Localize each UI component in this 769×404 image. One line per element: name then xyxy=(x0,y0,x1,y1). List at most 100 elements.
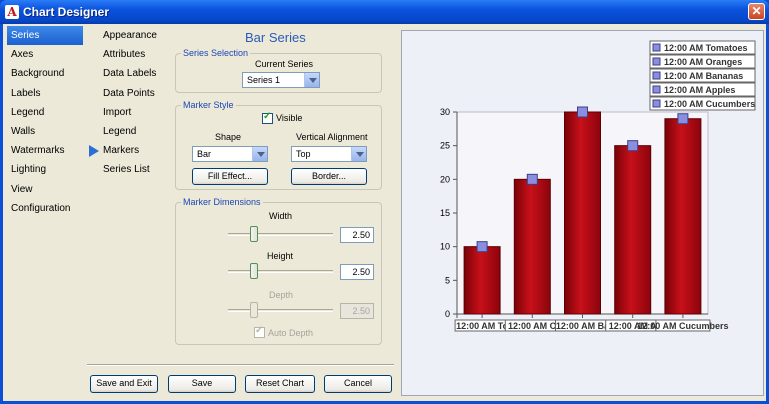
save-and-exit-button[interactable]: Save and Exit xyxy=(90,375,158,393)
valign-label: Vertical Alignment xyxy=(296,132,368,142)
category-nav: Series Axes Background Labels Legend Walls Wat… xyxy=(7,26,83,218)
y-tick-label: 10 xyxy=(440,242,450,252)
title-bar[interactable]: A Chart Designer ✕ xyxy=(0,0,769,24)
series-selection-group: Series Selection Current Series Series 1 xyxy=(175,48,382,93)
bar xyxy=(664,118,702,315)
legend-label: 12:00 AM Tomatoes xyxy=(664,43,748,53)
nav-item-walls[interactable]: Walls xyxy=(7,122,83,141)
x-tick-label: 12:00 AM Cucumbers xyxy=(637,321,728,331)
auto-depth-label: Auto Depth xyxy=(268,328,314,338)
arrow-right-icon xyxy=(89,145,99,158)
data-marker xyxy=(627,140,639,152)
nav-item-axes[interactable]: Axes xyxy=(7,45,83,64)
border-button[interactable]: Border... xyxy=(291,168,367,185)
data-marker xyxy=(526,173,538,185)
y-tick-label: 5 xyxy=(445,275,450,285)
nav-item-legend[interactable]: Legend xyxy=(7,103,83,122)
legend-label: 12:00 AM Apples xyxy=(664,85,735,95)
bar xyxy=(463,246,501,315)
subnav-item-import[interactable]: Import xyxy=(103,103,173,122)
visible-label: Visible xyxy=(276,113,303,123)
data-marker xyxy=(677,113,689,125)
y-tick-label: 30 xyxy=(440,107,450,117)
y-tick-label: 15 xyxy=(440,208,450,218)
legend-label: 12:00 AM Oranges xyxy=(664,57,742,67)
shape-value: Bar xyxy=(197,149,212,159)
legend-swatch xyxy=(652,99,661,108)
legend-swatch xyxy=(652,43,661,52)
current-series-select[interactable]: Series 1 xyxy=(242,72,320,88)
height-slider-thumb[interactable] xyxy=(250,263,258,279)
section-title: Bar Series xyxy=(245,30,306,45)
chart-preview-panel: 0 5 10 15 20 25 30 12:00 AM To 12:00 AM O 12:00 A… xyxy=(401,30,764,396)
valign-select[interactable]: Top xyxy=(291,146,367,162)
nav-item-background[interactable]: Background xyxy=(7,64,83,83)
sub-nav: Appearance Attributes Data Labels Data Poin… xyxy=(89,26,173,180)
group-label: Marker Style xyxy=(181,100,236,110)
width-label: Width xyxy=(269,211,293,221)
nav-item-labels[interactable]: Labels xyxy=(7,84,83,103)
legend-swatch xyxy=(652,85,661,94)
close-icon[interactable]: ✕ xyxy=(748,3,765,20)
subnav-item-markers[interactable]: Markers xyxy=(103,141,173,160)
chevron-down-icon[interactable] xyxy=(351,147,366,161)
nav-item-watermarks[interactable]: Watermarks xyxy=(7,141,83,160)
fill-effect-button[interactable]: Fill Effect... xyxy=(192,168,268,185)
subnav-item-attributes[interactable]: Attributes xyxy=(103,45,173,64)
y-tick-label: 25 xyxy=(440,141,450,151)
y-tick-label: 20 xyxy=(440,174,450,184)
save-button[interactable]: Save xyxy=(168,375,236,393)
subnav-item-appearance[interactable]: Appearance xyxy=(103,26,173,45)
width-slider-thumb[interactable] xyxy=(250,226,258,242)
x-tick-label: 12:00 AM Ba xyxy=(556,321,610,331)
legend-label: 12:00 AM Cucumbers xyxy=(664,99,755,109)
bar xyxy=(564,111,601,315)
depth-input: 2.50 xyxy=(340,303,374,319)
subnav-item-data-points[interactable]: Data Points xyxy=(103,84,173,103)
group-label: Series Selection xyxy=(181,48,251,58)
chevron-down-icon[interactable] xyxy=(252,147,267,161)
marker-dimensions-group: Marker Dimensions Width 2.50 Height 2.50… xyxy=(175,197,382,345)
y-tick-label: 0 xyxy=(445,309,450,319)
subnav-item-series-list[interactable]: Series List xyxy=(103,160,173,179)
width-input[interactable]: 2.50 xyxy=(340,227,374,243)
legend-swatch xyxy=(652,71,661,80)
depth-slider-thumb xyxy=(250,302,258,318)
auto-depth-checkbox xyxy=(254,325,265,338)
data-marker xyxy=(577,106,588,118)
data-marker xyxy=(476,241,488,253)
bar xyxy=(513,178,551,315)
window-title: Chart Designer xyxy=(23,5,110,19)
depth-label: Depth xyxy=(269,290,294,300)
subnav-item-legend[interactable]: Legend xyxy=(103,122,173,141)
visible-checkbox[interactable] xyxy=(262,111,273,124)
reset-chart-button[interactable]: Reset Chart xyxy=(245,375,315,393)
bar-chart: 05101520253012:00 AM To 12:00 AM O 12:00 A… xyxy=(440,40,756,332)
marker-style-group: Marker Style Visible Shape Vertical Alig… xyxy=(175,100,382,190)
nav-item-lighting[interactable]: Lighting xyxy=(7,160,83,179)
x-tick-label: 12:00 AM O xyxy=(508,321,557,331)
nav-item-series[interactable]: Series xyxy=(7,26,83,46)
depth-slider-track xyxy=(228,309,333,312)
legend-label: 12:00 AM Bananas xyxy=(664,71,743,81)
current-series-value: Series 1 xyxy=(247,75,281,85)
height-label: Height xyxy=(267,251,294,261)
bar xyxy=(614,145,652,315)
footer-divider xyxy=(87,364,394,366)
shape-select[interactable]: Bar xyxy=(192,146,268,162)
height-input[interactable]: 2.50 xyxy=(340,264,374,280)
cancel-button[interactable]: Cancel xyxy=(324,375,392,393)
shape-label: Shape xyxy=(215,132,242,142)
app-icon: A xyxy=(5,5,19,19)
subnav-item-data-labels[interactable]: Data Labels xyxy=(103,64,173,83)
nav-item-configuration[interactable]: Configuration xyxy=(7,199,83,218)
width-slider-track[interactable] xyxy=(228,233,333,236)
current-series-label: Current Series xyxy=(255,59,314,69)
valign-value: Top xyxy=(296,149,311,159)
x-tick-label: 12:00 AM To xyxy=(456,321,509,331)
group-label: Marker Dimensions xyxy=(181,197,263,207)
nav-item-view[interactable]: View xyxy=(7,180,83,199)
height-slider-track[interactable] xyxy=(228,270,333,273)
legend-swatch xyxy=(652,57,661,66)
chevron-down-icon[interactable] xyxy=(304,73,319,87)
